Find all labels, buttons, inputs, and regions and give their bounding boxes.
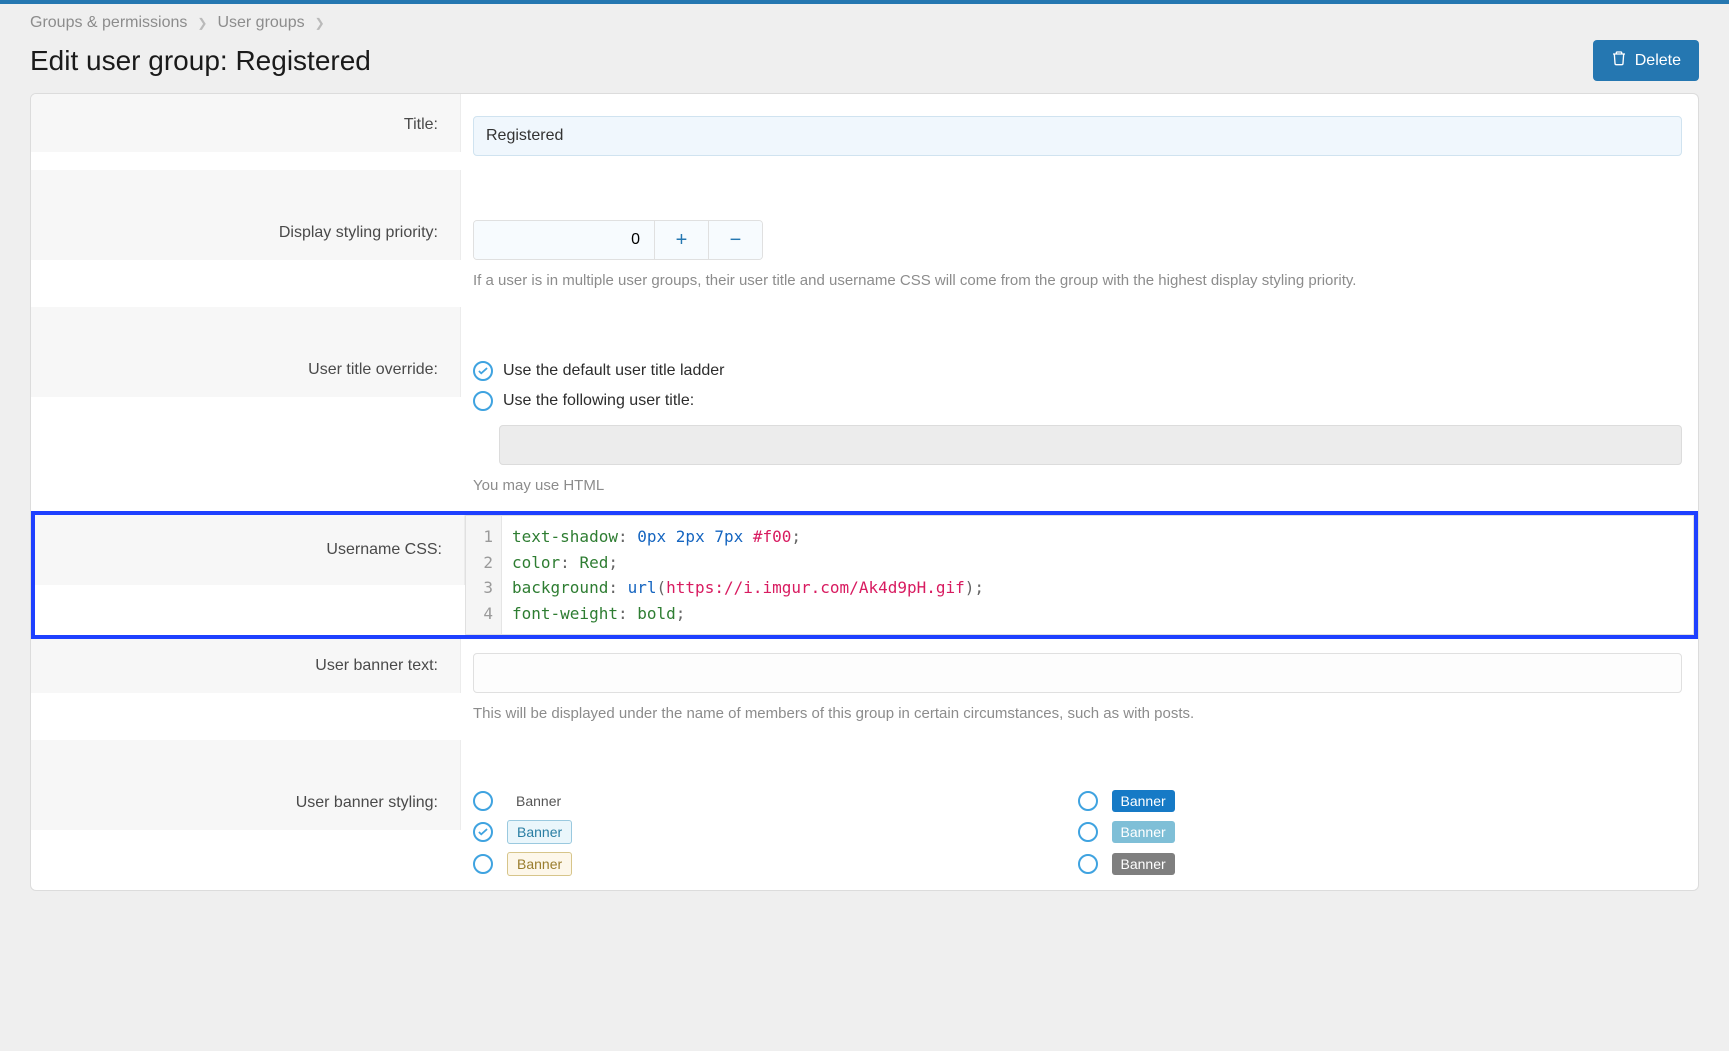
- delete-button-label: Delete: [1635, 52, 1681, 70]
- title-override-hint: You may use HTML: [473, 475, 1682, 498]
- banner-text-label: User banner text:: [31, 639, 461, 693]
- minus-icon: −: [730, 229, 742, 251]
- title-override-custom-label: Use the following user title:: [503, 392, 694, 410]
- priority-input[interactable]: [474, 221, 654, 259]
- trash-icon: [1611, 50, 1627, 71]
- chevron-right-icon: ❯: [197, 16, 207, 30]
- plus-icon: +: [676, 229, 688, 251]
- username-css-label: Username CSS:: [35, 515, 465, 585]
- priority-decrement-button[interactable]: −: [708, 221, 762, 259]
- breadcrumb-groups-permissions[interactable]: Groups & permissions: [30, 14, 187, 32]
- banner-style-teal-out-label: Banner: [507, 820, 572, 844]
- banner-style-blue-label: Banner: [1112, 790, 1175, 812]
- banner-style-teal-out-radio[interactable]: [473, 822, 493, 842]
- banner-text-explain: This will be displayed under the name of…: [473, 703, 1682, 726]
- title-override-input: [499, 425, 1682, 465]
- page-title: Edit user group: Registered: [30, 45, 371, 77]
- breadcrumb: Groups & permissions ❯ User groups ❯: [30, 14, 1699, 32]
- form-panel: Title: Display styling priority: + − If …: [30, 93, 1699, 891]
- code-gutter: 1234: [466, 516, 502, 634]
- banner-text-input[interactable]: [473, 653, 1682, 693]
- chevron-right-icon: ❯: [315, 16, 325, 30]
- username-css-editor[interactable]: 1234 text-shadow: 0px 2px 7px #f00; colo…: [465, 515, 1694, 635]
- banner-style-dark-radio[interactable]: [1078, 854, 1098, 874]
- banner-style-dark-label: Banner: [1112, 853, 1175, 875]
- banner-style-tan-out-radio[interactable]: [473, 854, 493, 874]
- banner-style-tan-out-label: Banner: [507, 852, 572, 876]
- breadcrumb-user-groups[interactable]: User groups: [217, 14, 304, 32]
- priority-stepper: + −: [473, 220, 763, 260]
- priority-label: Display styling priority:: [31, 206, 461, 260]
- banner-style-teal-solid-label: Banner: [1112, 821, 1175, 843]
- priority-explain: If a user is in multiple user groups, th…: [473, 270, 1682, 293]
- title-label: Title:: [31, 94, 461, 152]
- code-content[interactable]: text-shadow: 0px 2px 7px #f00; color: Re…: [502, 516, 1693, 634]
- delete-button[interactable]: Delete: [1593, 40, 1699, 81]
- banner-style-none-radio[interactable]: [473, 791, 493, 811]
- banner-style-teal-solid-radio[interactable]: [1078, 822, 1098, 842]
- banner-styling-label: User banner styling:: [31, 776, 461, 830]
- priority-increment-button[interactable]: +: [654, 221, 708, 259]
- title-input[interactable]: [473, 116, 1682, 156]
- title-override-default-radio[interactable]: [473, 361, 493, 381]
- banner-style-blue-radio[interactable]: [1078, 791, 1098, 811]
- title-override-default-label: Use the default user title ladder: [503, 362, 724, 380]
- title-override-label: User title override:: [31, 343, 461, 397]
- banner-style-none-label: Banner: [507, 790, 570, 812]
- title-override-custom-radio[interactable]: [473, 391, 493, 411]
